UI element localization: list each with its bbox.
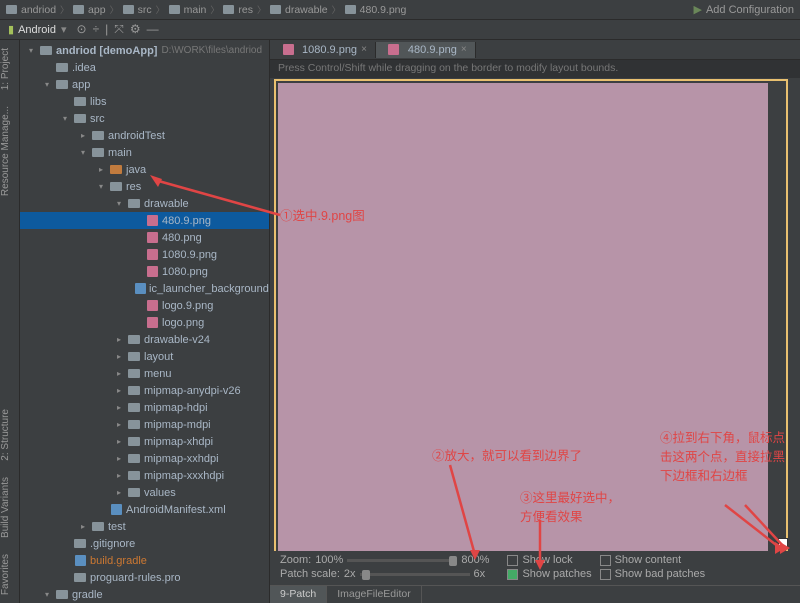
sort-icon[interactable]: | [105,22,108,37]
toolbar: ▮ Android ▾ ⊙ ÷ | ⤧ ⚙ — [0,20,800,40]
tree-item[interactable]: ▸mipmap-xxxhdpi [20,467,269,484]
tree-item[interactable]: ▸mipmap-hdpi [20,399,269,416]
tree-item[interactable]: ▾src [20,110,269,127]
tree-item[interactable]: 480.9.png [20,212,269,229]
sync-icon[interactable]: ⊙ [77,22,87,37]
show-bad-checkbox[interactable] [600,569,611,580]
close-icon[interactable]: × [461,44,467,55]
breadcrumb-item[interactable]: src [138,4,152,16]
zoom-slider[interactable] [347,559,457,562]
hint-bar: Press Control/Shift while dragging on th… [270,60,800,78]
tree-item[interactable]: ▸menu [20,365,269,382]
collapse-icon[interactable]: ⤧ [114,22,124,37]
tree-item[interactable]: ▾res [20,178,269,195]
tree-item[interactable]: .idea [20,59,269,76]
tree-item[interactable]: build.gradle [20,552,269,569]
editor-tab[interactable]: 1080.9.png× [270,42,376,58]
controls-bar: Zoom: 100%800% Patch scale: 2x6x Show lo… [270,551,800,583]
tree-item[interactable]: 1080.9.png [20,246,269,263]
tree-item[interactable]: ▸mipmap-anydpi-v26 [20,382,269,399]
breadcrumb-item[interactable]: app [88,4,106,16]
tree-item[interactable]: proguard-rules.pro [20,569,269,586]
tree-item[interactable]: ▾main [20,144,269,161]
tree-item[interactable]: ▸layout [20,348,269,365]
rail-resource[interactable]: Resource Manage... [0,98,19,204]
zoom-label: Zoom: [280,554,311,566]
nine-patch-preview[interactable] [270,78,800,603]
minimize-icon[interactable]: — [147,22,159,37]
tree-item[interactable]: 1080.png [20,263,269,280]
rail-build[interactable]: Build Variants [0,469,19,546]
breadcrumb: andriod〉app〉src〉main〉res〉drawable〉480.9.… [6,3,693,16]
add-configuration[interactable]: Add Configuration [706,4,794,16]
breadcrumb-item[interactable]: drawable [285,4,328,16]
tree-item[interactable]: logo.png [20,314,269,331]
editor-tabs: 1080.9.png×480.9.png× [270,40,800,60]
tree-item[interactable]: ▸mipmap-xxhdpi [20,450,269,467]
scale-label: Patch scale: [280,568,340,580]
mode-tab[interactable]: 9-Patch [270,586,327,603]
mode-tab[interactable]: ImageFileEditor [327,586,422,603]
tree-item[interactable]: ▾drawable [20,195,269,212]
tree-item[interactable]: ▸mipmap-xhdpi [20,433,269,450]
show-lock-checkbox[interactable] [507,555,518,566]
rail-project[interactable]: 1: Project [0,40,19,98]
tree-item[interactable]: ▸androidTest [20,127,269,144]
editor-mode-tabs: 9-PatchImageFileEditor [270,585,800,603]
breadcrumb-item[interactable]: andriod [21,4,56,16]
tree-item[interactable]: ▸test [20,518,269,535]
tree-item[interactable]: ▸mipmap-mdpi [20,416,269,433]
tree-item[interactable]: ▾app [20,76,269,93]
gear-icon[interactable]: ⚙ [130,22,141,37]
tree-item[interactable]: logo.9.png [20,297,269,314]
tree-item[interactable]: ▾gradle [20,586,269,603]
divide-icon[interactable]: ÷ [93,22,100,37]
tree-item[interactable]: ▸java [20,161,269,178]
show-patches-checkbox[interactable] [507,569,518,580]
image-preview[interactable] [278,83,768,578]
tree-item[interactable]: .gitignore [20,535,269,552]
editor-tab[interactable]: 480.9.png× [376,42,476,58]
breadcrumb-item[interactable]: res [238,4,253,16]
tree-item[interactable]: ▸values [20,484,269,501]
tree-item[interactable]: AndroidManifest.xml [20,501,269,518]
breadcrumb-item[interactable]: 480.9.png [360,4,407,16]
tree-item[interactable]: ic_launcher_background.xml [20,280,269,297]
tree-root[interactable]: ▾ andriod [demoApp] D:\WORK\files\andrio… [20,42,269,59]
tree-item[interactable]: ▸drawable-v24 [20,331,269,348]
rail-favorites[interactable]: Favorites [0,546,19,603]
project-tree-panel: ▾ andriod [demoApp] D:\WORK\files\andrio… [20,40,270,603]
tree-item[interactable]: 480.png [20,229,269,246]
left-tool-rail: 1: Project Resource Manage... 2: Structu… [0,40,20,603]
android-dropdown[interactable]: Android [18,24,56,36]
scale-slider[interactable] [360,573,470,576]
resize-handle[interactable] [778,538,788,548]
top-bar: andriod〉app〉src〉main〉res〉drawable〉480.9.… [0,0,800,20]
editor-area: 1080.9.png×480.9.png× Press Control/Shif… [270,40,800,603]
tree-item[interactable]: libs [20,93,269,110]
rail-structure[interactable]: 2: Structure [0,401,19,469]
close-icon[interactable]: × [361,44,367,55]
breadcrumb-item[interactable]: main [184,4,207,16]
show-content-checkbox[interactable] [600,555,611,566]
